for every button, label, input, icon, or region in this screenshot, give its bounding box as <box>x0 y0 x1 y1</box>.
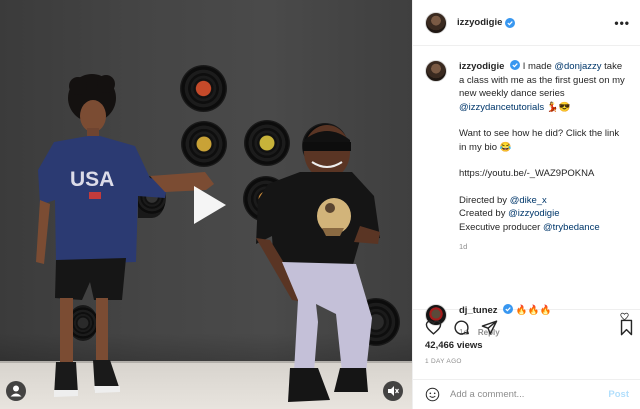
mention-link[interactable]: @trybedance <box>543 222 600 233</box>
caption-line: Want to see how he did? Click the link i… <box>459 128 620 153</box>
emoji-icon[interactable] <box>425 387 440 402</box>
mention-link[interactable]: @izzydancetutorials <box>459 102 544 113</box>
credit-producer: Executive producer @trybedance <box>459 221 600 233</box>
caption-avatar[interactable] <box>425 60 447 82</box>
credit-directed: Directed by @dike_x <box>459 194 547 206</box>
verified-badge-icon <box>510 60 521 70</box>
mute-icon <box>388 386 399 396</box>
user-tag-button[interactable] <box>6 381 26 401</box>
post-header: izzyodigie ••• <box>413 0 640 46</box>
user-tag-icon <box>10 385 22 397</box>
add-comment-bar: Post <box>413 379 640 409</box>
comment-button[interactable] <box>453 319 470 336</box>
mute-button[interactable] <box>383 381 403 401</box>
caption-username[interactable]: izzyodigie <box>459 61 504 72</box>
heart-icon <box>425 319 442 335</box>
more-options-icon[interactable]: ••• <box>614 16 630 30</box>
view-count[interactable]: 42,466 views <box>425 340 483 351</box>
commenter-username[interactable]: dj_tunez <box>459 305 498 316</box>
mention-link[interactable]: @izzyodigie <box>508 208 559 219</box>
post-button[interactable]: Post <box>608 389 629 400</box>
caption: izzyodigie I made @donjazzy take a class… <box>425 60 628 254</box>
avatar[interactable] <box>425 11 447 34</box>
video-player[interactable]: USA <box>0 0 412 409</box>
post-panel: izzyodigie ••• izzyodigie I made @donjaz… <box>412 0 640 409</box>
header-username[interactable]: izzyodigie <box>457 17 502 28</box>
like-button[interactable] <box>425 319 442 336</box>
comment-input[interactable] <box>450 389 600 400</box>
action-bar <box>425 318 635 336</box>
caption-text: izzyodigie I made @donjazzy take a class… <box>459 60 627 254</box>
share-button[interactable] <box>481 319 498 336</box>
mention-link[interactable]: @dike_x <box>510 195 547 206</box>
post-timestamp: 1 DAY AGO <box>425 358 462 365</box>
verified-badge-icon <box>503 304 514 314</box>
share-icon <box>481 319 498 335</box>
play-icon <box>194 186 226 224</box>
comment-text: 🔥🔥🔥 <box>515 305 552 316</box>
save-button[interactable] <box>618 319 635 336</box>
credit-created: Created by @izzyodigie <box>459 208 560 219</box>
mention-link[interactable]: @donjazzy <box>554 61 601 72</box>
caption-area: izzyodigie I made @donjazzy take a class… <box>413 46 640 337</box>
comment-icon <box>454 319 469 335</box>
caption-line: I made <box>522 61 555 72</box>
play-button[interactable] <box>184 181 232 229</box>
caption-emoji: 💃😎 <box>544 101 571 113</box>
caption-time: 1d <box>459 242 468 251</box>
verified-badge-icon <box>505 17 516 28</box>
caption-url: https://youtu.be/-_WAZ9POKNA <box>459 168 595 179</box>
bookmark-icon <box>620 319 633 335</box>
